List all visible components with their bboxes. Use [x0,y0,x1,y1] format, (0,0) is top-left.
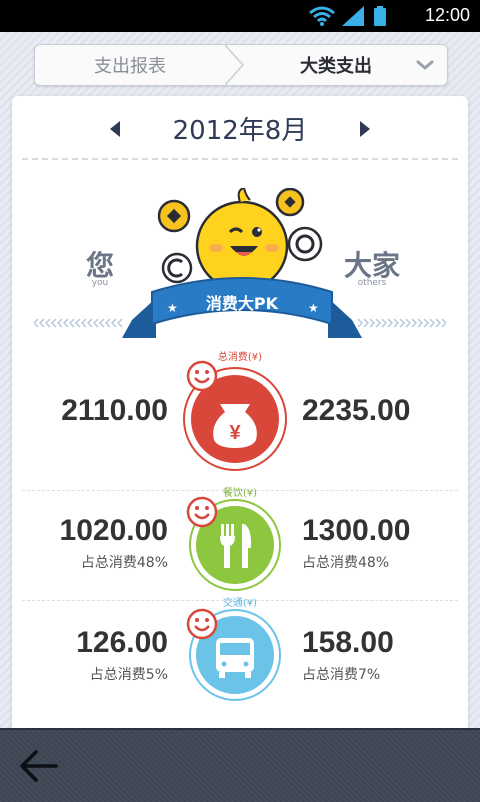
wifi-icon [309,6,335,26]
svg-text:★: ★ [167,301,178,315]
svg-text:¥: ¥ [229,422,241,444]
smiley-icon [186,496,218,528]
status-bar: 12:00 [0,0,480,32]
others-food-percent: 占总消费48% [302,555,390,571]
you-food-value: 1020.00 [59,514,168,547]
others-food-value: 1300.00 [302,514,411,547]
you-total-value: 2110.00 [61,394,168,427]
battery-icon [374,6,386,26]
smiley-icon [186,608,218,640]
others-total-value: 2235.00 [302,394,411,427]
back-arrow-icon[interactable] [18,748,58,784]
month-selector: 2012年8月 [12,104,468,152]
chevron-down-icon[interactable] [415,55,435,75]
others-transport-value: 158.00 [302,626,394,659]
month-label: 2012年8月 [172,116,308,146]
breadcrumb-report[interactable]: 支出报表 [35,45,225,85]
report-card: 2012年8月 您 you 大家 others ★ ★ 消费大PK 总消费(¥)… [12,96,468,736]
bottom-bar [0,728,480,802]
you-transport-percent: 占总消费5% [89,667,168,683]
status-time: 12:00 [424,5,470,25]
category-dropdown[interactable]: 大类支出 [261,45,411,85]
bus-icon [216,638,254,678]
pk-mascot-illustration: ★ ★ [122,188,362,338]
others-transport-percent: 占总消费7% [302,667,381,683]
you-transport-value: 126.00 [76,626,168,659]
you-food-percent: 占总消费48% [80,555,168,571]
svg-text:★: ★ [308,301,319,315]
status-icons [309,6,386,26]
month-divider [22,158,458,160]
next-month-icon[interactable] [358,120,372,138]
breadcrumb: 支出报表 大类支出 [34,44,448,86]
breadcrumb-separator [225,45,245,85]
smiley-icon [186,360,218,392]
pk-banner: 消费大PK [205,294,279,313]
signal-icon [342,6,364,26]
category-label-transport: 交通(¥) [222,598,258,609]
